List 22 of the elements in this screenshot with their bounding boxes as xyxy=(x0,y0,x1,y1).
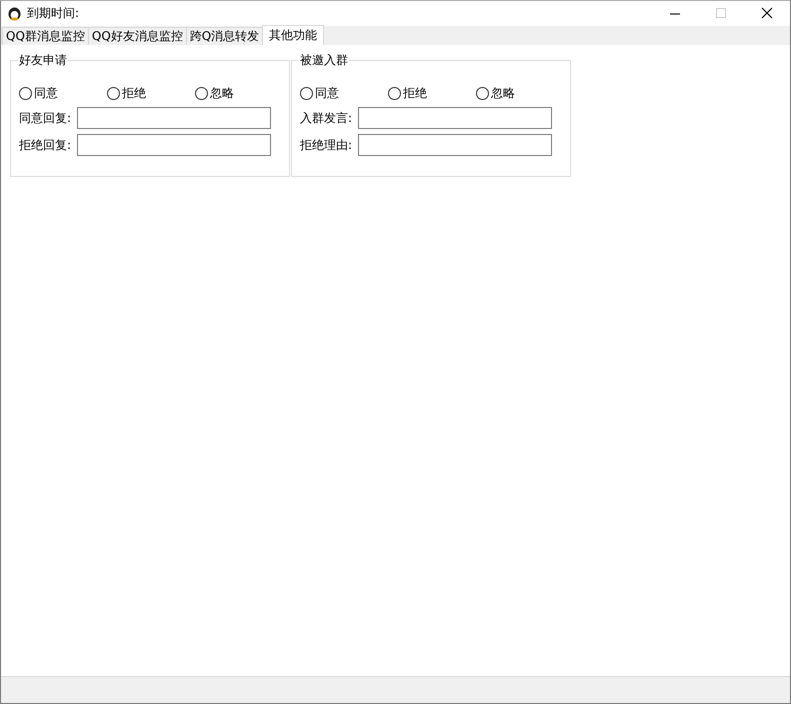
field-label: 拒绝回复: xyxy=(19,136,72,154)
group-title: 好友申请 xyxy=(18,52,68,69)
radio-button[interactable]: 拒绝 xyxy=(388,85,476,102)
input-field[interactable] xyxy=(358,107,552,129)
group-title: 被邀入群 xyxy=(299,52,349,69)
radio-button[interactable]: 拒绝 xyxy=(107,85,195,102)
tab[interactable]: 跨Q消息转发 xyxy=(186,27,264,45)
radio-button[interactable]: 忽略 xyxy=(195,85,283,102)
field-label: 入群发言: xyxy=(300,110,354,126)
field-label: 同意回复: xyxy=(19,110,72,126)
penguin-icon xyxy=(8,6,21,20)
field-label: 拒绝理由: xyxy=(300,136,354,154)
radio-button[interactable]: 同意 xyxy=(19,85,107,102)
tab[interactable]: QQ群消息监控 xyxy=(2,27,89,45)
tab[interactable]: QQ好友消息监控 xyxy=(88,27,187,45)
radio-button[interactable]: 同意 xyxy=(300,85,388,102)
radio-button[interactable]: 忽略 xyxy=(476,85,564,102)
input-field[interactable] xyxy=(358,134,552,156)
input-field[interactable] xyxy=(77,107,271,129)
window-title: 到期时间: xyxy=(27,5,80,22)
tab[interactable]: 其他功能 xyxy=(262,25,324,45)
input-field[interactable] xyxy=(77,134,271,156)
